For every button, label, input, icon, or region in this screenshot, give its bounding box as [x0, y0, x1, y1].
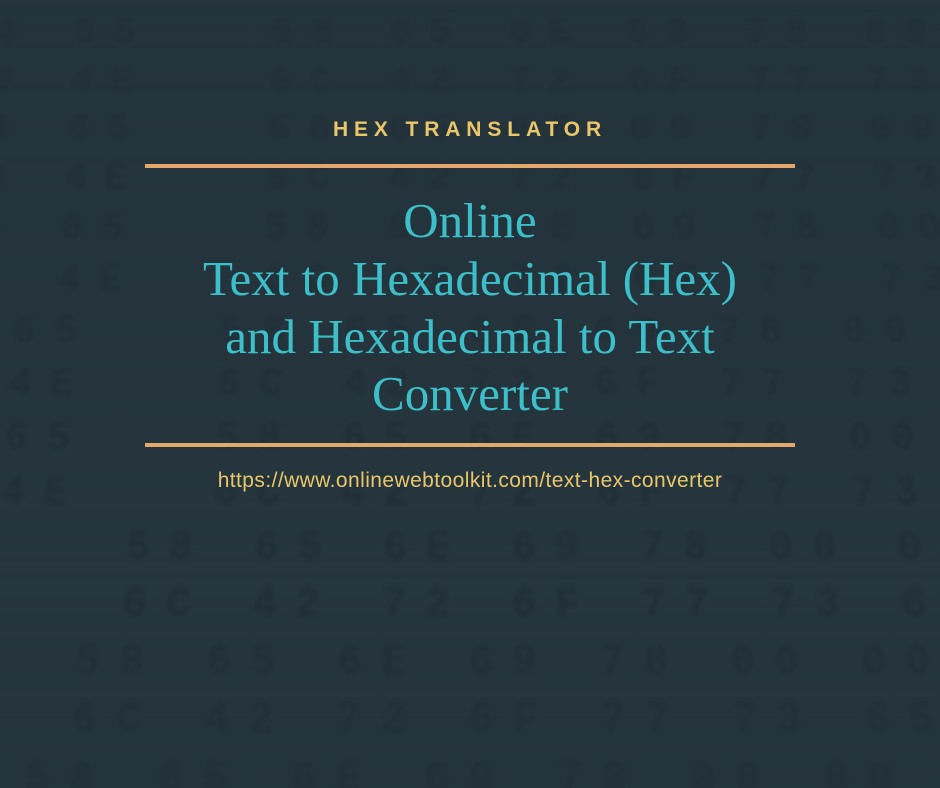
main-title: Online Text to Hexadecimal (Hex) and Hex… — [203, 192, 737, 423]
title-line: Converter — [372, 366, 568, 421]
eyebrow-label: HEX TRANSLATOR — [333, 118, 607, 142]
source-url: https://www.onlinewebtoolkit.com/text-he… — [218, 469, 723, 493]
divider-top — [145, 164, 795, 168]
title-line: Text to Hexadecimal (Hex) — [203, 251, 737, 306]
title-line: and Hexadecimal to Text — [225, 309, 715, 364]
divider-bottom — [145, 443, 795, 447]
title-line: Online — [403, 193, 536, 248]
content-block: HEX TRANSLATOR Online Text to Hexadecima… — [0, 0, 940, 788]
